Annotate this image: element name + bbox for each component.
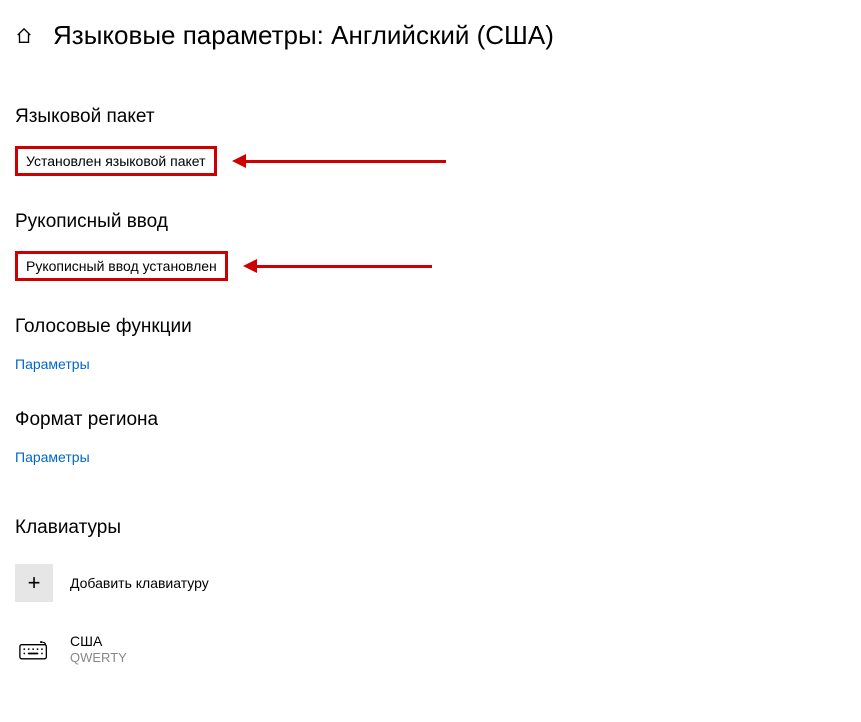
- heading-handwriting: Рукописный ввод: [15, 211, 846, 233]
- heading-region-format: Формат региона: [15, 409, 846, 431]
- home-icon[interactable]: [15, 27, 35, 47]
- section-keyboards: Клавиатуры + Добавить клавиатуру США QWE…: [15, 517, 846, 667]
- link-region-settings[interactable]: Параметры: [15, 449, 90, 465]
- section-region-format: Формат региона Параметры: [15, 409, 846, 467]
- keyboard-icon: [15, 636, 53, 664]
- status-language-pack-installed: Установлен языковой пакет: [15, 146, 217, 176]
- page-title: Языковые параметры: Английский (США): [53, 20, 554, 51]
- keyboard-name: США: [70, 632, 127, 650]
- add-keyboard-button[interactable]: + Добавить клавиатуру: [15, 564, 846, 602]
- plus-icon: +: [15, 564, 53, 602]
- heading-speech: Голосовые функции: [15, 316, 846, 338]
- add-keyboard-label: Добавить клавиатуру: [70, 575, 209, 591]
- keyboard-item[interactable]: США QWERTY: [15, 632, 846, 667]
- section-language-pack: Языковой пакет Установлен языковой пакет: [15, 106, 846, 176]
- section-speech: Голосовые функции Параметры: [15, 316, 846, 374]
- heading-keyboards: Клавиатуры: [15, 517, 846, 539]
- annotation-arrow: [243, 259, 432, 273]
- heading-language-pack: Языковой пакет: [15, 106, 846, 128]
- link-speech-settings[interactable]: Параметры: [15, 356, 90, 372]
- status-handwriting-installed: Рукописный ввод установлен: [15, 251, 228, 281]
- annotation-arrow: [232, 154, 446, 168]
- keyboard-layout: QWERTY: [70, 650, 127, 667]
- section-handwriting: Рукописный ввод Рукописный ввод установл…: [15, 211, 846, 281]
